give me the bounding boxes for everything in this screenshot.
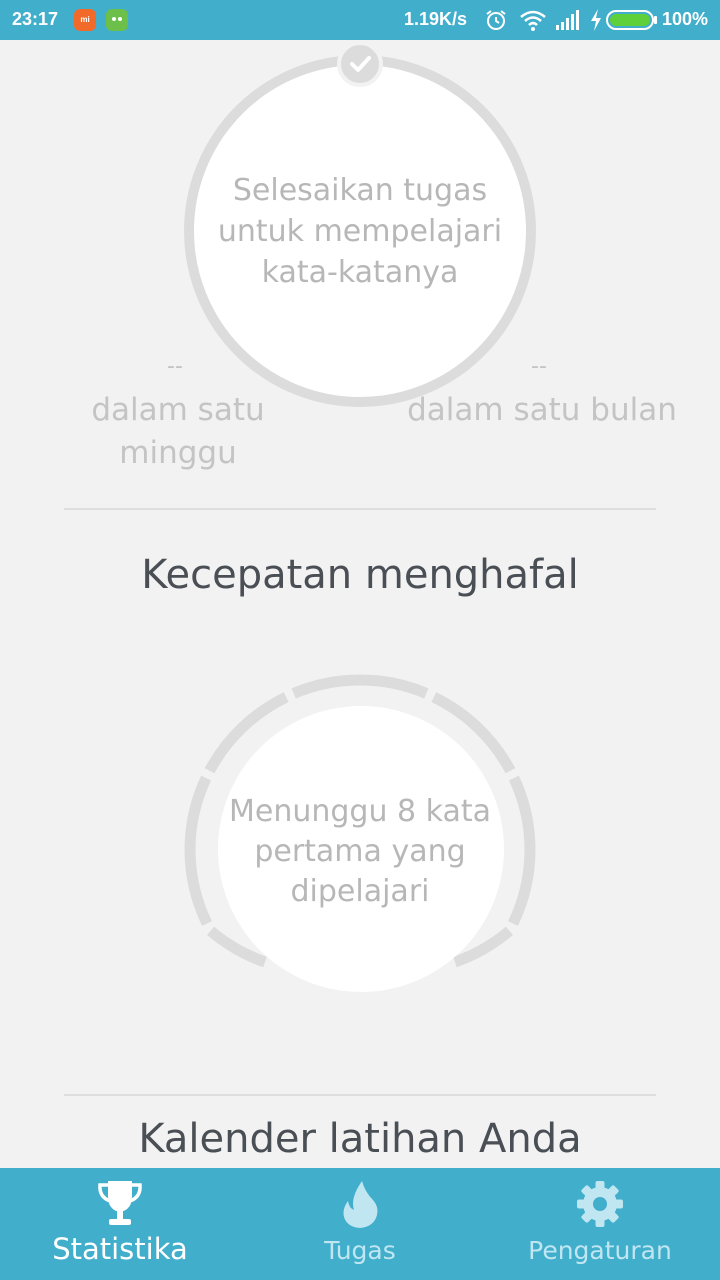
- flame-icon: [343, 1181, 378, 1228]
- nav-pengaturan-label: Pengaturan: [528, 1236, 672, 1265]
- week-label: dalam satu minggu: [91, 392, 265, 471]
- gear-icon: [577, 1181, 623, 1227]
- check-icon: [350, 56, 371, 72]
- month-count: --: [531, 354, 547, 379]
- battery-icon: [606, 10, 657, 30]
- divider: [64, 1094, 656, 1096]
- month-label: dalam satu bulan: [407, 392, 677, 428]
- gauge-message: Menunggu 8 kata pertama yang dipelajari: [228, 794, 492, 909]
- trophy-icon: [98, 1181, 142, 1225]
- nav-tugas-label: Tugas: [324, 1236, 396, 1265]
- nav-statistika[interactable]: Statistika: [0, 1168, 240, 1280]
- check-badge: [337, 41, 383, 87]
- calendar-section-title: Kalender latihan Anda: [138, 1116, 582, 1162]
- nav-tugas[interactable]: Tugas: [240, 1168, 480, 1280]
- wifi-icon: [520, 10, 546, 31]
- battery-percent: 100%: [661, 9, 708, 29]
- android-app-icon: [106, 9, 128, 31]
- bottom-navigation: Statistika Tugas Pengaturan: [0, 1168, 720, 1280]
- signal-icon: [556, 10, 579, 30]
- alarm-icon: [486, 10, 506, 30]
- status-time: 23:17: [12, 9, 59, 29]
- nav-pengaturan[interactable]: Pengaturan: [480, 1168, 720, 1280]
- status-bar: 23:17 mi 1.19K/s 100%: [0, 0, 720, 40]
- network-speed: 1.19K/s: [404, 9, 468, 29]
- mi-app-icon: mi: [74, 9, 96, 31]
- charging-icon: [591, 9, 601, 31]
- week-count: --: [167, 354, 183, 379]
- nav-statistika-label: Statistika: [52, 1232, 188, 1266]
- divider: [64, 508, 656, 510]
- speed-section-title: Kecepatan menghafal: [141, 552, 579, 598]
- learned-words-message: Selesaikan tugas untuk mempelajari kata-…: [217, 173, 503, 290]
